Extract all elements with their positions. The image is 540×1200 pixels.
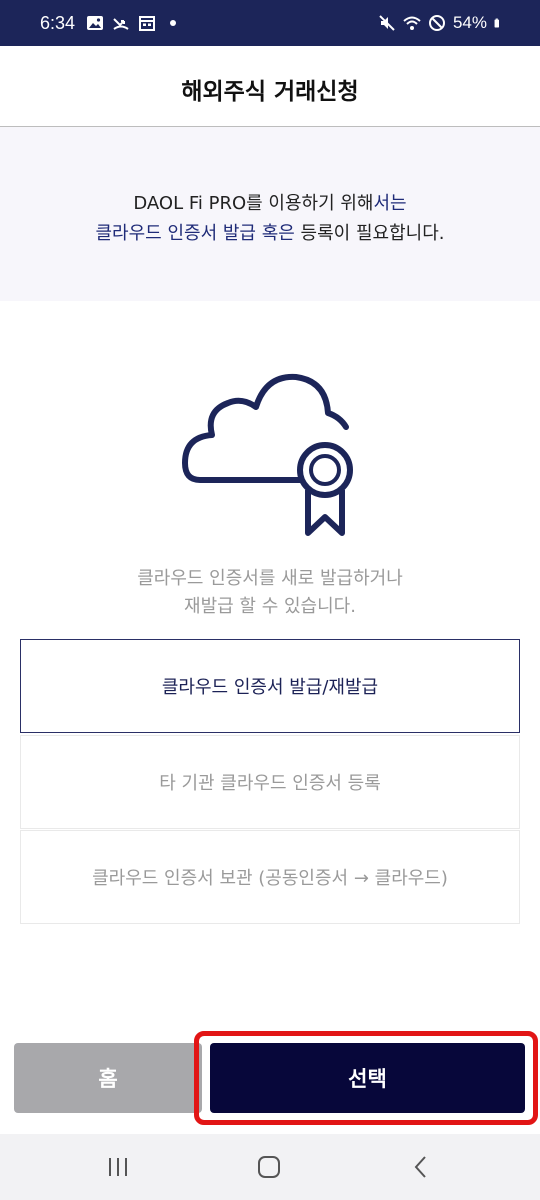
select-button[interactable]: 선택 [210,1043,525,1113]
recent-apps-icon[interactable] [105,1154,131,1180]
option-label: 타 기관 클라우드 인증서 등록 [159,773,381,794]
battery-icon [494,18,499,28]
notice-line-1: DAOL Fi PRO를 이용하기 위해서는 [133,193,407,214]
status-time: 6:34 [40,13,76,33]
option-label: 클라우드 인증서 보관 (공동인증서 → 클라우드) [92,868,448,889]
battery-percent: 54% [452,13,487,32]
mute-icon [379,15,395,31]
system-nav-bar [0,1134,540,1200]
status-bar: 6:34 54% [0,0,540,46]
page-title: 해외주식 거래신청 [181,79,359,105]
notice-line-2: 클라우드 인증서 발급 혹은 등록이 필요합니다. [95,223,445,244]
option-store-certificate[interactable]: 클라우드 인증서 보관 (공동인증서 → 클라우드) [20,830,520,924]
home-button[interactable]: 홈 [14,1043,202,1113]
option-register-other-institution[interactable]: 타 기관 클라우드 인증서 등록 [20,735,520,829]
app-header: 해외주식 거래신청 [0,46,540,127]
back-icon[interactable] [408,1154,434,1180]
do-not-disturb-icon [428,15,445,31]
option-issue-reissue[interactable]: 클라우드 인증서 발급/재발급 [20,639,520,733]
notice-banner: DAOL Fi PRO를 이용하기 위해서는 클라우드 인증서 발급 혹은 등록… [0,127,540,301]
image-icon [87,16,103,30]
home-icon[interactable] [256,1154,282,1180]
cloud-certificate-icon [182,373,353,536]
dot-icon [170,20,176,26]
wifi-icon [403,16,421,30]
calendar-icon [139,16,155,31]
option-label: 클라우드 인증서 발급/재발급 [161,677,379,698]
description-line-1: 클라우드 인증서를 새로 발급하거나 [137,568,403,589]
description-line-2: 재발급 할 수 있습니다. [184,596,356,617]
missed-call-icon [113,18,129,30]
